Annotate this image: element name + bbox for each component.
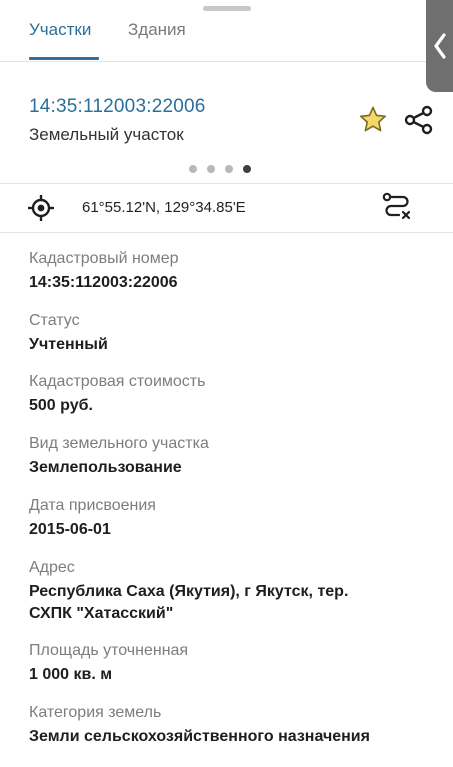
field-cadastral-number: Кадастровый номер 14:35:112003:22006 [29, 248, 433, 294]
field-parcel-kind: Вид земельного участка Землепользование [29, 433, 433, 479]
coordinates-text[interactable]: 61°55.12'N, 129°34.85'E [82, 199, 246, 216]
field-label: Статус [29, 312, 80, 329]
field-value: Земли сельскохозяйственного назначения [29, 728, 370, 745]
field-label: Адрес [29, 559, 75, 576]
field-assignment-date: Дата присвоения 2015-06-01 [29, 495, 433, 541]
field-value-line2: СХПК "Хатасский" [29, 605, 174, 622]
field-label: Категория земель [29, 704, 162, 721]
field-value: Учтенный [29, 336, 108, 353]
field-label: Вид земельного участка [29, 435, 209, 452]
active-tab-indicator [29, 57, 99, 60]
tab-parcels[interactable]: Участки [29, 20, 91, 40]
coordinates-row: 61°55.12'N, 129°34.85'E [0, 184, 453, 232]
field-land-category: Категория земель Земли сельскохозяйствен… [29, 702, 433, 748]
field-status: Статус Учтенный [29, 310, 433, 356]
field-label: Площадь уточненная [29, 642, 189, 659]
route-icon [382, 192, 411, 220]
page-indicator [189, 165, 251, 173]
page-dot[interactable] [225, 165, 233, 173]
field-label: Кадастровая стоимость [29, 373, 206, 390]
share-icon [404, 105, 433, 135]
page-dot[interactable] [189, 165, 197, 173]
field-label: Дата присвоения [29, 497, 156, 514]
locate-button[interactable] [27, 194, 55, 222]
field-address: Адрес Республика Саха (Якутия), г Якутск… [29, 557, 433, 625]
divider [0, 232, 453, 233]
target-location-icon [28, 195, 54, 221]
field-value-line1: Республика Саха (Якутия), г Якутск, тер. [29, 583, 349, 600]
cadastral-title: 14:35:112003:22006 [29, 96, 206, 117]
field-area: Площадь уточненная 1 000 кв. м [29, 640, 433, 686]
field-value: 14:35:112003:22006 [29, 274, 178, 291]
page-dot-active[interactable] [243, 165, 251, 173]
field-value: Землепользование [29, 459, 182, 476]
field-value: 2015-06-01 [29, 521, 111, 538]
share-button[interactable] [403, 104, 435, 136]
field-value: 1 000 кв. м [29, 666, 113, 683]
favorite-button[interactable] [357, 104, 389, 136]
chevron-left-icon [433, 33, 446, 59]
route-button[interactable] [380, 190, 414, 224]
field-value: 500 руб. [29, 397, 93, 414]
tab-bar: Участки Здания [0, 0, 453, 62]
star-icon [360, 106, 386, 132]
field-label: Кадастровый номер [29, 250, 179, 267]
info-sheet: Участки Здания 14:35:112003:22006 Земель… [0, 0, 453, 767]
tab-buildings[interactable]: Здания [128, 20, 186, 40]
page-dot[interactable] [207, 165, 215, 173]
object-type: Земельный участок [29, 125, 184, 144]
collapse-panel-button[interactable] [426, 0, 453, 92]
field-cadastral-value: Кадастровая стоимость 500 руб. [29, 371, 433, 417]
